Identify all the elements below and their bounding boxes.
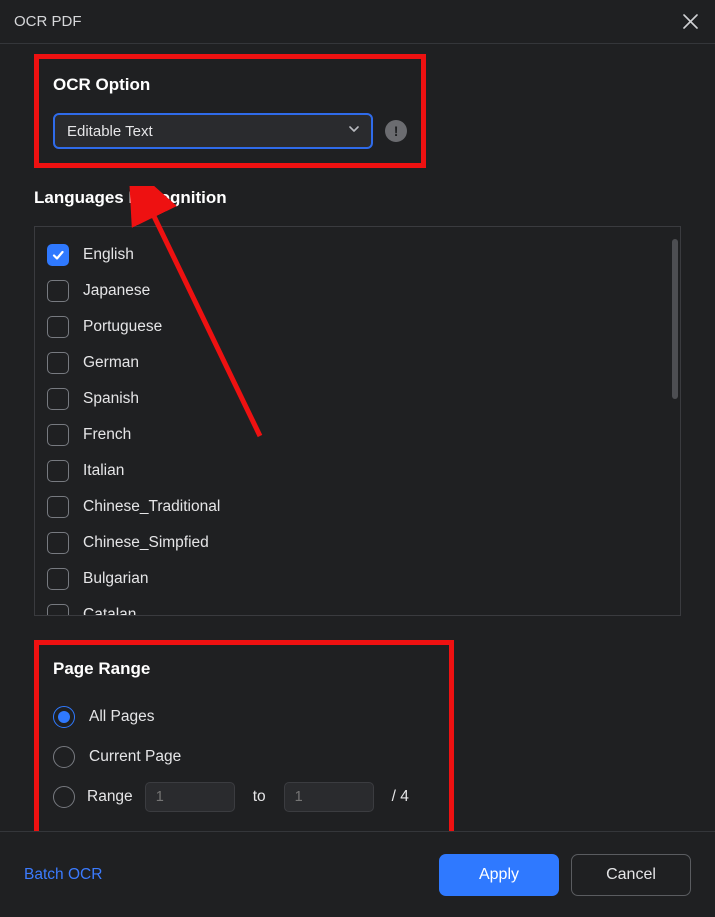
language-item: Chinese_Traditional [47,489,668,525]
language-label: Bulgarian [83,570,149,588]
ocr-option-select[interactable]: Editable Text [53,113,373,149]
close-icon [683,14,698,29]
language-checkbox[interactable] [47,316,69,338]
close-button[interactable] [679,11,701,33]
language-checkbox[interactable] [47,424,69,446]
languages-listbox: English Japanese Portuguese German Spanish Fr… [34,226,681,616]
language-item: Bulgarian [47,561,668,597]
language-checkbox[interactable] [47,388,69,410]
range-from-input[interactable] [145,782,235,812]
ocr-option-row: Editable Text ! [53,113,407,149]
info-icon[interactable]: ! [385,120,407,142]
dialog-title: OCR PDF [14,13,82,30]
ocr-option-section: OCR Option Editable Text ! [34,54,426,168]
apply-button[interactable]: Apply [439,854,559,896]
language-label: Japanese [83,282,150,300]
language-checkbox[interactable] [47,604,69,615]
ocr-option-value: Editable Text [67,123,153,140]
language-item: German [47,345,668,381]
footer-buttons: Apply Cancel [439,854,691,896]
radio-range-label: Range [87,788,133,806]
range-separator: to [253,788,266,806]
language-label: German [83,354,139,372]
ocr-option-label: OCR Option [53,75,407,95]
range-total: / 4 [392,788,409,806]
radio-range[interactable] [53,786,75,808]
language-item: Italian [47,453,668,489]
language-label: Spanish [83,390,139,408]
language-checkbox[interactable] [47,352,69,374]
dialog-content: OCR Option Editable Text ! Languages Rec… [0,44,715,831]
languages-label: Languages Recognition [34,188,681,208]
titlebar: OCR PDF [0,0,715,44]
language-item: Japanese [47,273,668,309]
scrollbar-thumb[interactable] [672,239,678,399]
language-item: Catalan [47,597,668,615]
radio-range-row: Range to / 4 [53,777,435,817]
language-item: Portuguese [47,309,668,345]
language-checkbox[interactable] [47,496,69,518]
page-range-label: Page Range [53,659,435,679]
language-checkbox[interactable] [47,280,69,302]
language-checkbox[interactable] [47,244,69,266]
language-item: Spanish [47,381,668,417]
dialog-footer: Batch OCR Apply Cancel [0,831,715,917]
cancel-button[interactable]: Cancel [571,854,691,896]
chevron-down-icon [347,122,361,140]
language-item: French [47,417,668,453]
radio-all-pages-row: All Pages [53,697,435,737]
language-label: Portuguese [83,318,162,336]
language-label: Chinese_Traditional [83,498,220,516]
language-checkbox[interactable] [47,460,69,482]
language-label: Catalan [83,606,136,615]
batch-ocr-link[interactable]: Batch OCR [24,866,102,884]
language-label: English [83,246,134,264]
radio-current-page-label: Current Page [89,748,181,766]
language-item: Chinese_Simpfied [47,525,668,561]
radio-current-page[interactable] [53,746,75,768]
radio-current-page-row: Current Page [53,737,435,777]
language-label: Italian [83,462,124,480]
language-item: English [47,237,668,273]
language-label: French [83,426,131,444]
language-checkbox[interactable] [47,532,69,554]
language-label: Chinese_Simpfied [83,534,209,552]
radio-all-pages[interactable] [53,706,75,728]
range-to-input[interactable] [284,782,374,812]
page-range-section: Page Range All Pages Current Page Range … [34,640,454,831]
languages-section: Languages Recognition English Japanese Por… [34,188,681,616]
language-checkbox[interactable] [47,568,69,590]
radio-all-pages-label: All Pages [89,708,154,726]
